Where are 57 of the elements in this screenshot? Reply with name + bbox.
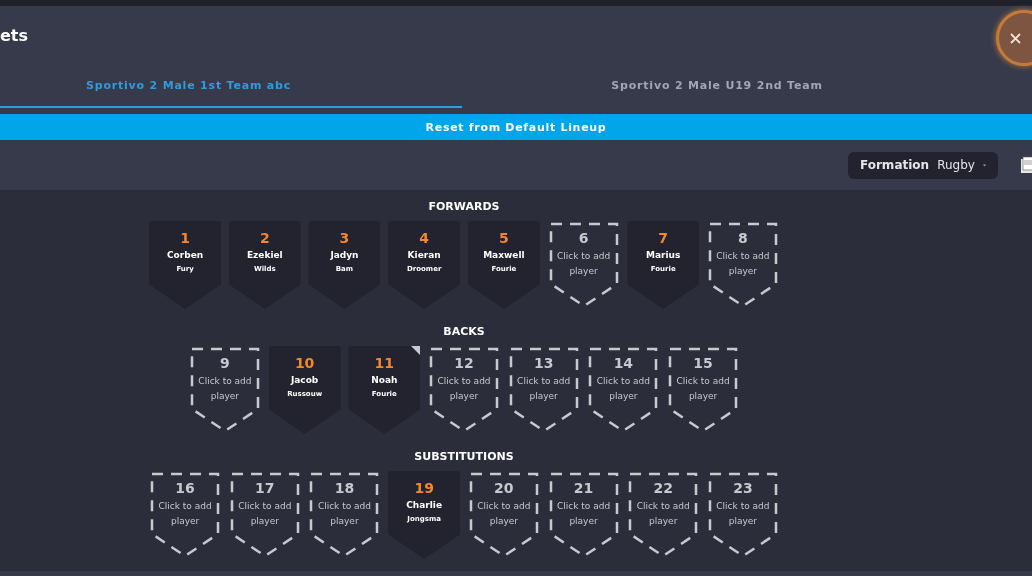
jersey-number: 4	[419, 229, 430, 247]
close-icon	[1009, 32, 1021, 44]
formation-label: Formation	[860, 158, 930, 172]
add-player-hint: Click to add player	[595, 375, 651, 403]
jersey-number: 5	[498, 229, 509, 247]
jersey-number: 8	[738, 229, 748, 247]
jersey-number: 2	[259, 229, 270, 247]
add-player-hint: Click to add player	[476, 500, 532, 528]
jersey-number: 6	[578, 229, 589, 247]
team-tab[interactable]: Sportivo 2 Male U19 2nd Team	[462, 64, 1032, 108]
jersey-number: 11	[374, 354, 395, 372]
player-first-name: Maxwell	[483, 250, 525, 260]
jersey-number: 19	[414, 479, 434, 497]
jersey-number: 7	[658, 229, 669, 247]
section-title: SUBSTITUTIONS	[414, 450, 514, 463]
jersey-number: 9	[220, 354, 230, 372]
jersey-number: 18	[334, 479, 355, 497]
jersey-number: 22	[653, 479, 673, 497]
jersey-number: 1	[180, 229, 190, 247]
add-player-hint: Click to add player	[197, 375, 253, 403]
player-first-name: Jadyn	[330, 250, 359, 260]
jersey-number: 10	[294, 354, 315, 372]
jersey-number: 13	[533, 354, 554, 372]
modal-title: ets	[0, 25, 29, 45]
add-player-hint: Click to add player	[715, 500, 771, 528]
team-tab[interactable]: Sportivo 2 Male 1st Team abc	[0, 64, 462, 108]
add-player-hint: Click to add player	[715, 250, 771, 278]
jersey-number: 15	[693, 354, 713, 372]
add-player-hint: Click to add player	[555, 500, 612, 528]
add-player-hint: Click to add player	[635, 500, 691, 528]
add-player-hint: Click to add player	[516, 375, 572, 403]
player-first-name: Jacob	[290, 375, 319, 385]
jersey-number: 3	[339, 229, 350, 247]
player-first-name: Charlie	[406, 500, 443, 510]
add-player-hint: Click to add player	[157, 500, 213, 528]
jersey-number: 23	[733, 479, 753, 497]
formation-select[interactable]: Formation Rugby	[848, 151, 998, 179]
formation-value: Rugby	[937, 158, 975, 172]
player-first-name: Marius	[646, 250, 681, 260]
jersey-number: 20	[494, 479, 514, 497]
add-player-hint: Click to add player	[436, 375, 492, 403]
player-first-name: Ezekiel	[246, 250, 283, 260]
jersey-number: 21	[573, 479, 594, 497]
add-player-hint: Click to add player	[555, 250, 612, 278]
jersey-number: 16	[175, 479, 195, 497]
section-title: FORWARDS	[428, 200, 500, 213]
player-first-name: Noah	[371, 375, 398, 385]
add-player-hint: Click to add player	[316, 500, 373, 528]
player-first-name: Corben	[167, 250, 204, 260]
jersey-number: 12	[454, 354, 474, 372]
player-first-name: Kieran	[407, 250, 441, 260]
jersey-number: 17	[255, 479, 275, 497]
jersey-number: 14	[613, 354, 634, 372]
add-player-hint: Click to add player	[675, 375, 731, 403]
add-player-hint: Click to add player	[237, 500, 293, 528]
pdf-icon[interactable]	[1020, 156, 1032, 174]
section-title: BACKS	[443, 325, 485, 338]
